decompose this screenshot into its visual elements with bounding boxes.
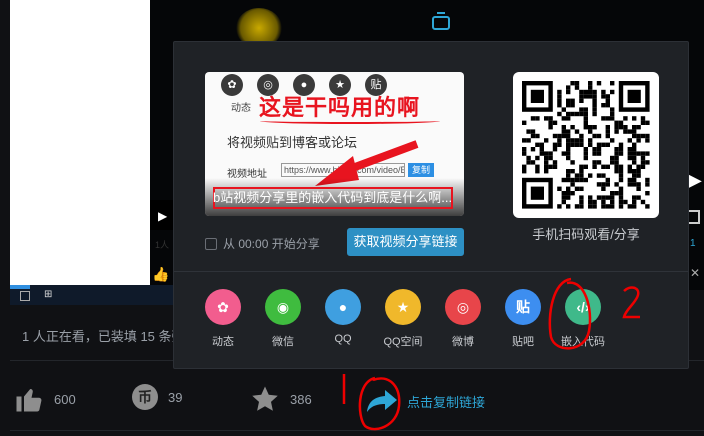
share-qq[interactable]: ● QQ	[324, 289, 362, 349]
like-button[interactable]: 600	[14, 384, 76, 414]
favorite-count: 386	[290, 391, 312, 407]
divider-bottom	[10, 430, 704, 431]
share-label: 微信	[272, 336, 294, 348]
qr-caption: 手机扫码观看/分享	[532, 227, 640, 242]
dynamic-icon: ✿	[221, 74, 243, 96]
share-label: 贴吧	[512, 336, 534, 348]
video-thumbnail[interactable]: ✿ ◎ ● ★ 贴 动态 这是干吗用的啊 将视频贴到博客或论坛 视频地址 htt…	[205, 72, 464, 216]
start-time-label: 从 00:00 开始分享	[223, 237, 320, 251]
share-embed-code[interactable]: ‹/› 嵌入代码	[561, 289, 605, 349]
close-icon[interactable]: ✕	[690, 266, 700, 280]
tv-icon	[432, 12, 450, 30]
thumb-icon-label: 动态	[231, 103, 251, 114]
tieba-icon: 贴	[505, 289, 541, 325]
share-label: 动态	[212, 336, 234, 348]
qr-code	[513, 72, 659, 218]
share-label: 嵌入代码	[561, 336, 605, 348]
copy-link-button[interactable]: 点击复制链接	[365, 388, 485, 414]
left-window-area	[10, 0, 150, 285]
checkbox-box[interactable]	[205, 237, 217, 250]
coin-count: 39	[168, 389, 183, 405]
share-wechat[interactable]: ◉ 微信	[264, 289, 302, 349]
windows-icon[interactable]: ⊞	[44, 289, 52, 300]
thumb-up-icon: 👍	[152, 266, 170, 282]
taskbar-accent	[10, 285, 30, 289]
popup-divider	[174, 271, 688, 272]
like-count: 600	[54, 391, 76, 407]
share-tieba[interactable]: 贴 贴吧	[504, 289, 542, 349]
window-icon	[20, 291, 30, 301]
get-share-link-button[interactable]: 获取视频分享链接	[347, 228, 464, 256]
code-icon: ‹/›	[565, 289, 601, 325]
favorite-button[interactable]: 386	[250, 384, 312, 414]
weibo-icon: ◎	[445, 289, 481, 325]
coin-icon: 币	[132, 384, 158, 410]
thumb-caption: b站视频分享里的嵌入代码到底是什么啊...	[213, 190, 453, 205]
share-label: QQ空间	[383, 336, 423, 348]
play-icon[interactable]: ▶	[158, 209, 167, 223]
mark-1-annotation	[342, 374, 346, 404]
right-edge-text: 1	[690, 238, 696, 249]
qq-icon: ●	[325, 289, 361, 325]
taskbar	[10, 285, 174, 305]
viewer-status: 1 人正在看，已装填 15 条弹幕	[22, 329, 198, 344]
share-label: 微博	[452, 336, 474, 348]
share-targets: ✿ 动态 ◉ 微信 ● QQ ★ QQ空间 ◎ 微博 贴 贴吧 ‹/› 嵌入代码	[204, 289, 605, 349]
start-time-checkbox[interactable]: 从 00:00 开始分享	[205, 235, 320, 252]
share-weibo[interactable]: ◎ 微博	[444, 289, 482, 349]
headline-underline	[260, 118, 440, 124]
pinwheel-icon: ✿	[205, 289, 241, 325]
share-label: QQ	[334, 333, 352, 345]
share-qzone[interactable]: ★ QQ空间	[383, 289, 423, 349]
coin-button[interactable]: 币 39	[132, 384, 182, 410]
inner-viewer-count: 1人	[155, 240, 170, 250]
share-arrow-icon	[367, 390, 397, 412]
thumb-up-icon	[16, 389, 42, 412]
star-icon	[252, 386, 278, 411]
copy-link-label: 点击复制链接	[407, 394, 486, 410]
wechat-icon: ◉	[265, 289, 301, 325]
share-dynamic[interactable]: ✿ 动态	[204, 289, 242, 349]
play-icon-right[interactable]: ▶	[688, 170, 702, 191]
share-popup: ✿ ◎ ● ★ 贴 动态 这是干吗用的啊 将视频贴到博客或论坛 视频地址 htt…	[173, 41, 689, 369]
star-icon: ★	[385, 289, 421, 325]
